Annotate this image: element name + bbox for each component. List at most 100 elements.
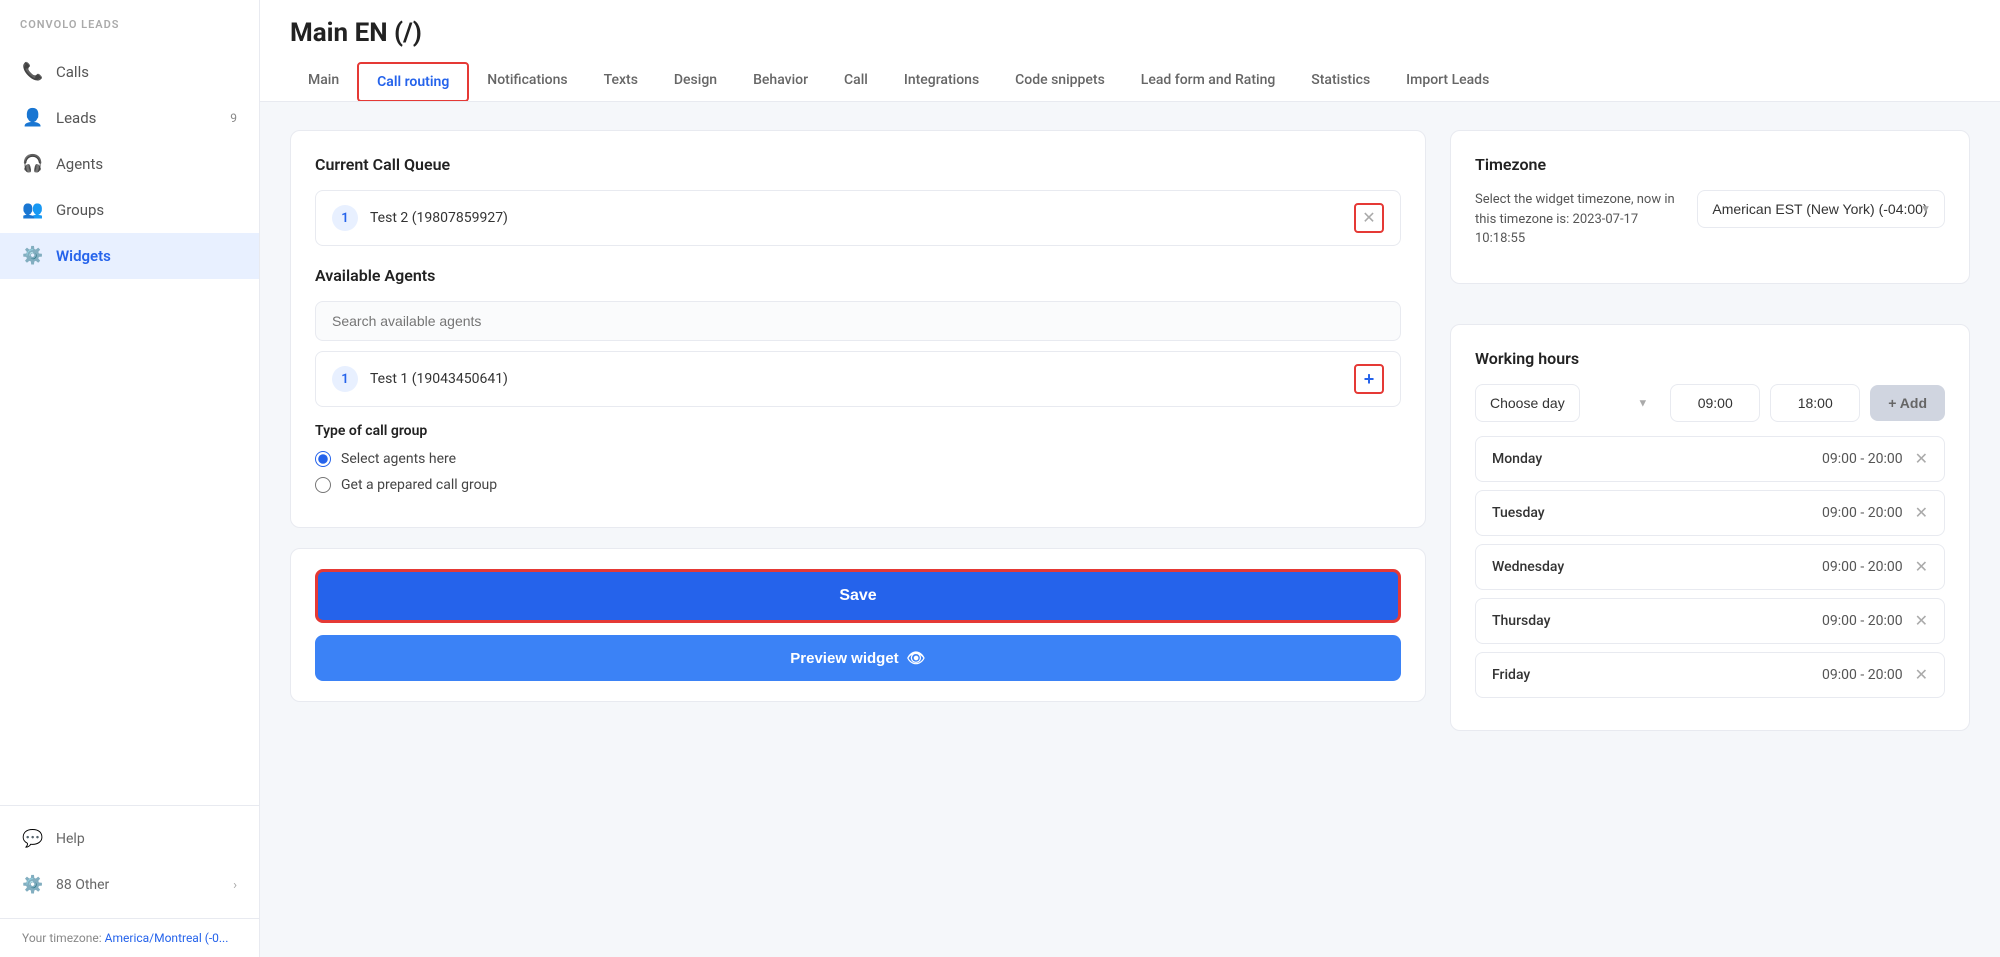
wh-time-right-1: 09:00 - 20:00 ✕: [1822, 503, 1928, 523]
wh-remove-3[interactable]: ✕: [1915, 611, 1928, 631]
call-group-section: Type of call group Select agents here Ge…: [315, 423, 1401, 493]
sidebar-item-help[interactable]: 💬 Help: [0, 816, 259, 862]
wh-hours-3: 09:00 - 20:00: [1822, 613, 1903, 629]
widgets-icon: ⚙️: [22, 246, 44, 266]
calls-icon: 📞: [22, 62, 44, 82]
sidebar-item-agents[interactable]: 🎧 Agents: [0, 141, 259, 187]
add-agent-button[interactable]: +: [1354, 364, 1384, 394]
wh-hours-1: 09:00 - 20:00: [1822, 505, 1903, 521]
queue-item-number: 1: [332, 205, 358, 231]
wh-row-0: Monday 09:00 - 20:00 ✕: [1475, 436, 1945, 482]
preview-widget-button[interactable]: Preview widget 👁: [315, 635, 1401, 681]
tab-design[interactable]: Design: [656, 62, 735, 101]
tab-integrations[interactable]: Integrations: [886, 62, 997, 101]
day-select[interactable]: Choose day Monday Tuesday Wednesday Thur…: [1475, 384, 1580, 422]
sidebar-item-other[interactable]: ⚙️ 88 Other ›: [0, 862, 259, 908]
wh-day-3: Thursday: [1492, 613, 1550, 629]
wh-day-2: Wednesday: [1492, 559, 1564, 575]
end-time-input[interactable]: [1770, 384, 1860, 422]
sidebar-footer: Your timezone: America/Montreal (-0...: [0, 918, 259, 957]
tab-behavior[interactable]: Behavior: [735, 62, 826, 101]
tab-lead-form[interactable]: Lead form and Rating: [1123, 62, 1294, 101]
leads-count-badge: 9: [230, 111, 237, 125]
tabs-bar: Main Call routing Notifications Texts De…: [290, 62, 1970, 101]
radio-select-agents-input[interactable]: [315, 451, 331, 467]
timezone-select[interactable]: American EST (New York) (-04:00) America…: [1697, 190, 1945, 228]
working-hours-title: Working hours: [1475, 349, 1945, 368]
start-time-input[interactable]: [1670, 384, 1760, 422]
wh-row-1: Tuesday 09:00 - 20:00 ✕: [1475, 490, 1945, 536]
timezone-description: Select the widget timezone, now in this …: [1475, 190, 1681, 249]
groups-icon: 👥: [22, 200, 44, 220]
wh-day-4: Friday: [1492, 667, 1530, 683]
sidebar-bottom: 💬 Help ⚙️ 88 Other ›: [0, 805, 259, 918]
sidebar-label-groups: Groups: [56, 201, 104, 219]
working-hours-card: Working hours Choose day Monday Tuesday …: [1450, 324, 1970, 731]
wh-remove-0[interactable]: ✕: [1915, 449, 1928, 469]
sidebar-nav: 📞 Calls 👤 Leads 9 🎧 Agents 👥 Groups ⚙️ W…: [0, 49, 259, 805]
page-title: Main EN (/): [290, 18, 1970, 48]
sidebar-label-other: 88 Other: [56, 877, 109, 893]
call-queue-title: Current Call Queue: [315, 155, 1401, 174]
save-button[interactable]: Save: [315, 569, 1401, 623]
wh-remove-2[interactable]: ✕: [1915, 557, 1928, 577]
wh-time-right-0: 09:00 - 20:00 ✕: [1822, 449, 1928, 469]
actions-card: Save Preview widget 👁: [290, 548, 1426, 702]
content-area: Current Call Queue 1 Test 2 (19807859927…: [260, 102, 2000, 957]
wh-row-4: Friday 09:00 - 20:00 ✕: [1475, 652, 1945, 698]
search-agents-input[interactable]: [315, 301, 1401, 341]
tab-statistics[interactable]: Statistics: [1293, 62, 1388, 101]
wh-row-3: Thursday 09:00 - 20:00 ✕: [1475, 598, 1945, 644]
add-hours-button[interactable]: + Add: [1870, 385, 1945, 421]
agent-item-label: Test 1 (19043450641): [370, 371, 1354, 387]
leads-icon: 👤: [22, 108, 44, 128]
agents-icon: 🎧: [22, 154, 44, 174]
radio-prepared-group[interactable]: Get a prepared call group: [315, 477, 1401, 493]
tab-call-routing[interactable]: Call routing: [357, 62, 469, 101]
wh-remove-1[interactable]: ✕: [1915, 503, 1928, 523]
call-group-title: Type of call group: [315, 423, 1401, 439]
sidebar-label-widgets: Widgets: [56, 247, 111, 265]
tab-texts[interactable]: Texts: [586, 62, 656, 101]
page-header: Main EN (/) Main Call routing Notificati…: [260, 0, 2000, 102]
preview-eye-icon: 👁: [907, 649, 926, 667]
radio-select-agents[interactable]: Select agents here: [315, 451, 1401, 467]
sidebar-brand: CONVOLO LEADS: [0, 0, 259, 49]
available-agents-title: Available Agents: [315, 266, 1401, 285]
queue-item-label: Test 2 (19807859927): [370, 210, 1354, 226]
wh-day-1: Tuesday: [1492, 505, 1545, 521]
wh-remove-4[interactable]: ✕: [1915, 665, 1928, 685]
add-hours-row: Choose day Monday Tuesday Wednesday Thur…: [1475, 384, 1945, 422]
radio-prepared-group-input[interactable]: [315, 477, 331, 493]
wh-time-right-4: 09:00 - 20:00 ✕: [1822, 665, 1928, 685]
help-icon: 💬: [22, 829, 44, 849]
sidebar-item-calls[interactable]: 📞 Calls: [0, 49, 259, 95]
wh-hours-4: 09:00 - 20:00: [1822, 667, 1903, 683]
remove-queue-item-button[interactable]: ✕: [1354, 203, 1384, 233]
tab-main[interactable]: Main: [290, 62, 357, 101]
timezone-title: Timezone: [1475, 155, 1945, 174]
sidebar-label-leads: Leads: [56, 109, 96, 127]
tab-notifications[interactable]: Notifications: [469, 62, 585, 101]
agent-item-0: 1 Test 1 (19043450641) +: [315, 351, 1401, 407]
call-queue-item-0: 1 Test 2 (19807859927) ✕: [315, 190, 1401, 246]
wh-time-right-3: 09:00 - 20:00 ✕: [1822, 611, 1928, 631]
wh-time-right-2: 09:00 - 20:00 ✕: [1822, 557, 1928, 577]
main-content: Main EN (/) Main Call routing Notificati…: [260, 0, 2000, 957]
sidebar-label-calls: Calls: [56, 63, 89, 81]
radio-select-agents-label: Select agents here: [341, 451, 456, 467]
sidebar-label-agents: Agents: [56, 155, 103, 173]
right-panel: Timezone Select the widget timezone, now…: [1450, 130, 1970, 929]
footer-link[interactable]: America/Montreal (-0...: [105, 931, 229, 945]
sidebar-item-widgets[interactable]: ⚙️ Widgets: [0, 233, 259, 279]
tab-import-leads[interactable]: Import Leads: [1388, 62, 1507, 101]
other-icon: ⚙️: [22, 875, 44, 895]
timezone-card: Timezone Select the widget timezone, now…: [1450, 130, 1970, 284]
tab-code-snippets[interactable]: Code snippets: [997, 62, 1123, 101]
tab-call[interactable]: Call: [826, 62, 886, 101]
wh-hours-2: 09:00 - 20:00: [1822, 559, 1903, 575]
sidebar-item-groups[interactable]: 👥 Groups: [0, 187, 259, 233]
other-chevron: ›: [233, 878, 237, 893]
sidebar-label-help: Help: [56, 831, 85, 847]
sidebar-item-leads[interactable]: 👤 Leads 9: [0, 95, 259, 141]
